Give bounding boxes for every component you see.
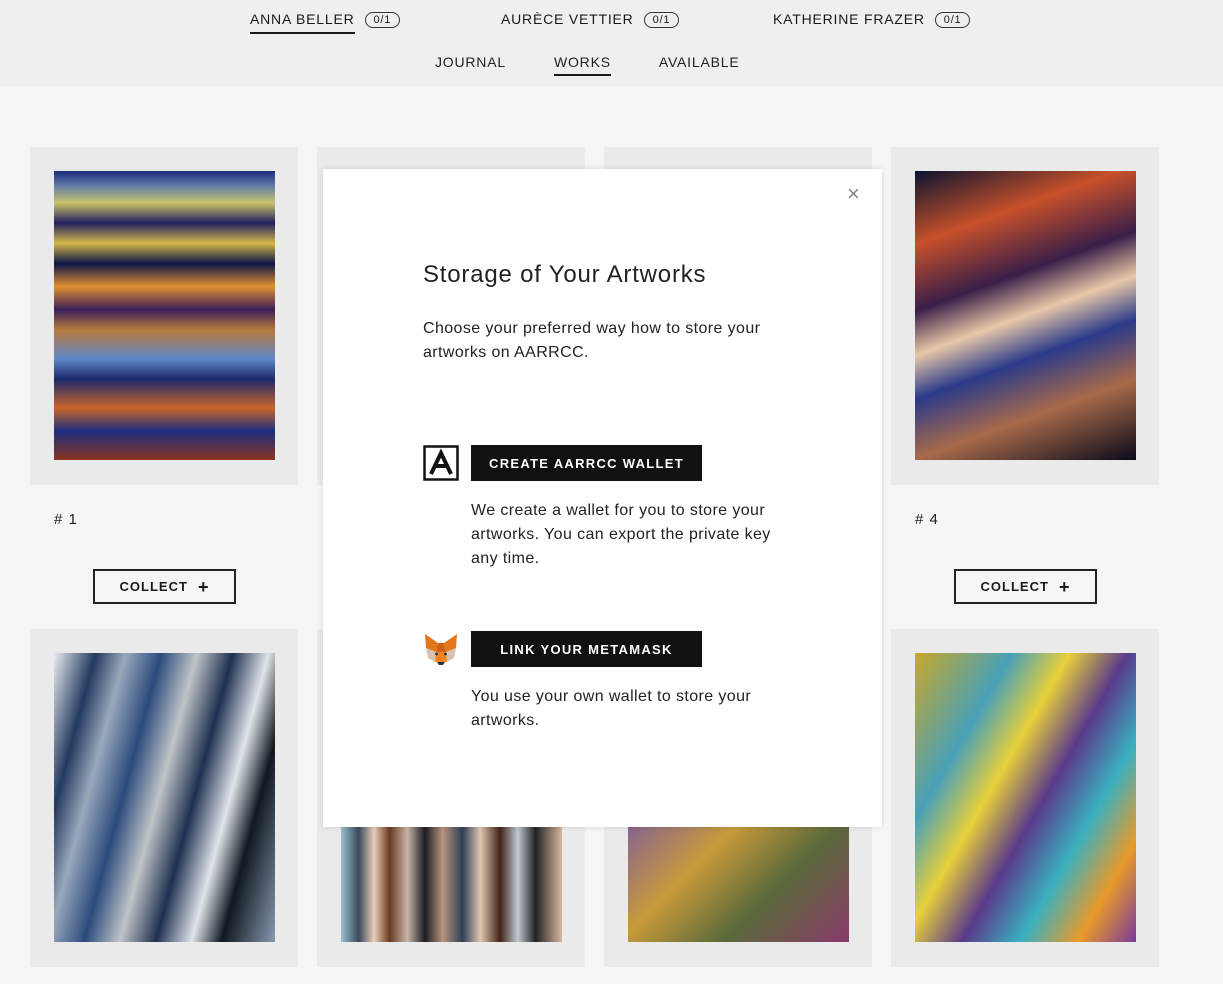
main-nav: JOURNAL WORKS AVAILABLE [435, 54, 787, 76]
artwork-image[interactable] [915, 171, 1136, 460]
modal-description: Choose your preferred way how to store y… [423, 320, 761, 361]
artist-name: KATHERINE FRAZER [773, 11, 925, 27]
artwork-card-8[interactable] [891, 629, 1159, 967]
artwork-image[interactable] [915, 653, 1136, 942]
artwork-card-1[interactable] [30, 147, 298, 485]
link-metamask-button[interactable]: LINK YOUR METAMASK [471, 631, 702, 667]
artist-count-badge: 0/1 [364, 11, 401, 28]
create-aarrcc-wallet-button[interactable]: CREATE AARRCC WALLET [471, 445, 702, 481]
plus-icon: + [197, 576, 210, 597]
artist-tab-anna-beller[interactable]: ANNA BELLER 0/1 [250, 11, 401, 34]
collect-label: COLLECT [119, 579, 188, 594]
nav-works[interactable]: WORKS [553, 54, 611, 76]
modal-title: Storage of Your Artworks [423, 261, 707, 288]
artist-name: ANNA BELLER [250, 11, 355, 34]
close-icon[interactable]: × [847, 183, 860, 205]
collect-button-1[interactable]: COLLECT + [93, 569, 236, 604]
artwork-card-4[interactable] [891, 147, 1159, 485]
artist-tab-katherine-frazer[interactable]: KATHERINE FRAZER 0/1 [773, 11, 971, 34]
storage-modal: × Storage of Your Artworks Choose your p… [323, 169, 882, 827]
artwork-number-4: # 4 [915, 511, 939, 528]
artist-tab-aurece-vettier[interactable]: AURÈCE VETTIER 0/1 [501, 11, 680, 34]
artist-count-badge: 0/1 [643, 11, 680, 28]
metamask-description: You use your own wallet to store your ar… [471, 688, 752, 729]
plus-icon: + [1058, 576, 1071, 597]
aarrcc-logo-icon [423, 445, 459, 481]
header: ANNA BELLER 0/1 AURÈCE VETTIER 0/1 KATHE… [0, 0, 1223, 86]
artwork-image[interactable] [54, 171, 275, 460]
metamask-fox-icon [425, 634, 457, 665]
artwork-number-1: # 1 [54, 511, 78, 528]
artwork-card-5[interactable] [30, 629, 298, 967]
nav-journal[interactable]: JOURNAL [435, 54, 506, 76]
nav-available[interactable]: AVAILABLE [659, 54, 740, 76]
collect-button-4[interactable]: COLLECT + [954, 569, 1097, 604]
artist-name: AURÈCE VETTIER [501, 11, 634, 27]
artist-count-badge: 0/1 [934, 11, 971, 28]
collect-label: COLLECT [980, 579, 1049, 594]
artwork-image[interactable] [54, 653, 275, 942]
create-wallet-description: We create a wallet for you to store your… [471, 502, 771, 567]
